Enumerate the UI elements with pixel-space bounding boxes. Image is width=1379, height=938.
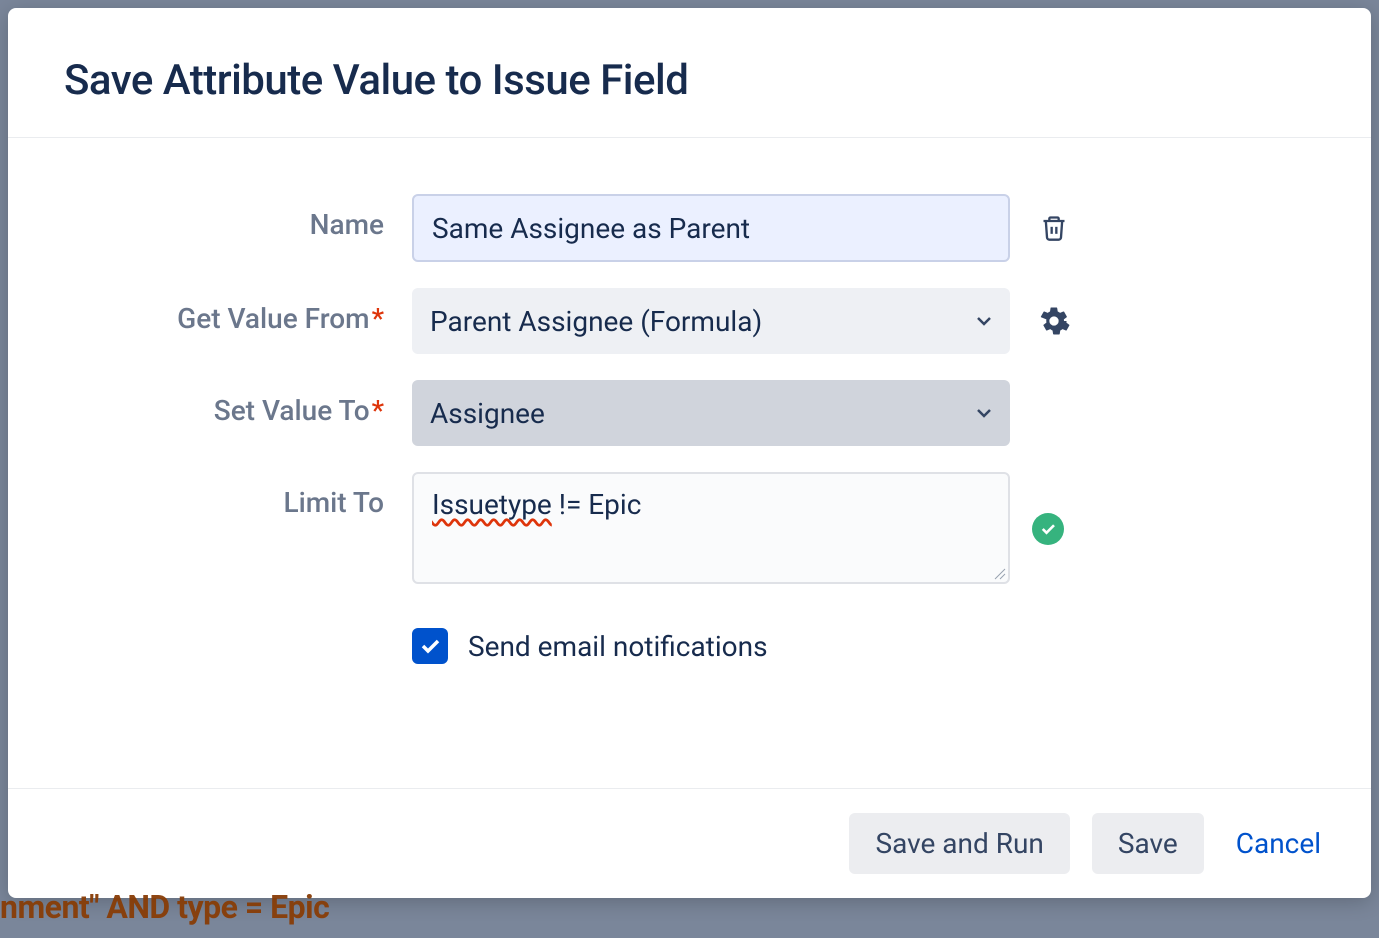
save-attribute-modal: Save Attribute Value to Issue Field Name <box>8 8 1371 898</box>
limit-to-textarea[interactable]: Issuetype != Epic <box>412 472 1010 584</box>
chevron-down-icon <box>976 316 992 326</box>
send-email-label[interactable]: Send email notifications <box>468 630 768 663</box>
required-asterisk: * <box>372 302 384 335</box>
background-query-text: nment" AND type = Epic <box>0 888 329 926</box>
modal-footer: Save and Run Save Cancel <box>8 788 1371 898</box>
set-value-to-select[interactable]: Assignee <box>412 380 1010 446</box>
form-row-limit-to: Limit To Issuetype != Epic <box>64 472 1315 584</box>
save-and-run-button[interactable]: Save and Run <box>849 813 1069 874</box>
required-asterisk: * <box>372 394 384 427</box>
get-value-from-label: Get Value From* <box>64 288 412 335</box>
send-email-checkbox[interactable] <box>412 628 448 664</box>
form-row-name: Name <box>64 194 1315 262</box>
cancel-button[interactable]: Cancel <box>1226 813 1331 874</box>
modal-body: Name Get Value From* Parent <box>8 138 1371 788</box>
gear-icon[interactable] <box>1032 299 1076 343</box>
form-row-get-value-from: Get Value From* Parent Assignee (Formula… <box>64 288 1315 354</box>
chevron-down-icon <box>976 408 992 418</box>
delete-icon[interactable] <box>1032 206 1076 250</box>
set-value-to-label: Set Value To* <box>64 380 412 427</box>
modal-header: Save Attribute Value to Issue Field <box>8 8 1371 138</box>
send-email-row: Send email notifications <box>412 628 1315 664</box>
save-button[interactable]: Save <box>1092 813 1204 874</box>
limit-to-label: Limit To <box>64 472 412 519</box>
name-input[interactable] <box>412 194 1010 262</box>
modal-title: Save Attribute Value to Issue Field <box>64 56 1315 105</box>
get-value-from-select[interactable]: Parent Assignee (Formula) <box>412 288 1010 354</box>
name-label: Name <box>64 194 412 241</box>
valid-check-icon <box>1032 513 1064 545</box>
form-row-set-value-to: Set Value To* Assignee <box>64 380 1315 446</box>
